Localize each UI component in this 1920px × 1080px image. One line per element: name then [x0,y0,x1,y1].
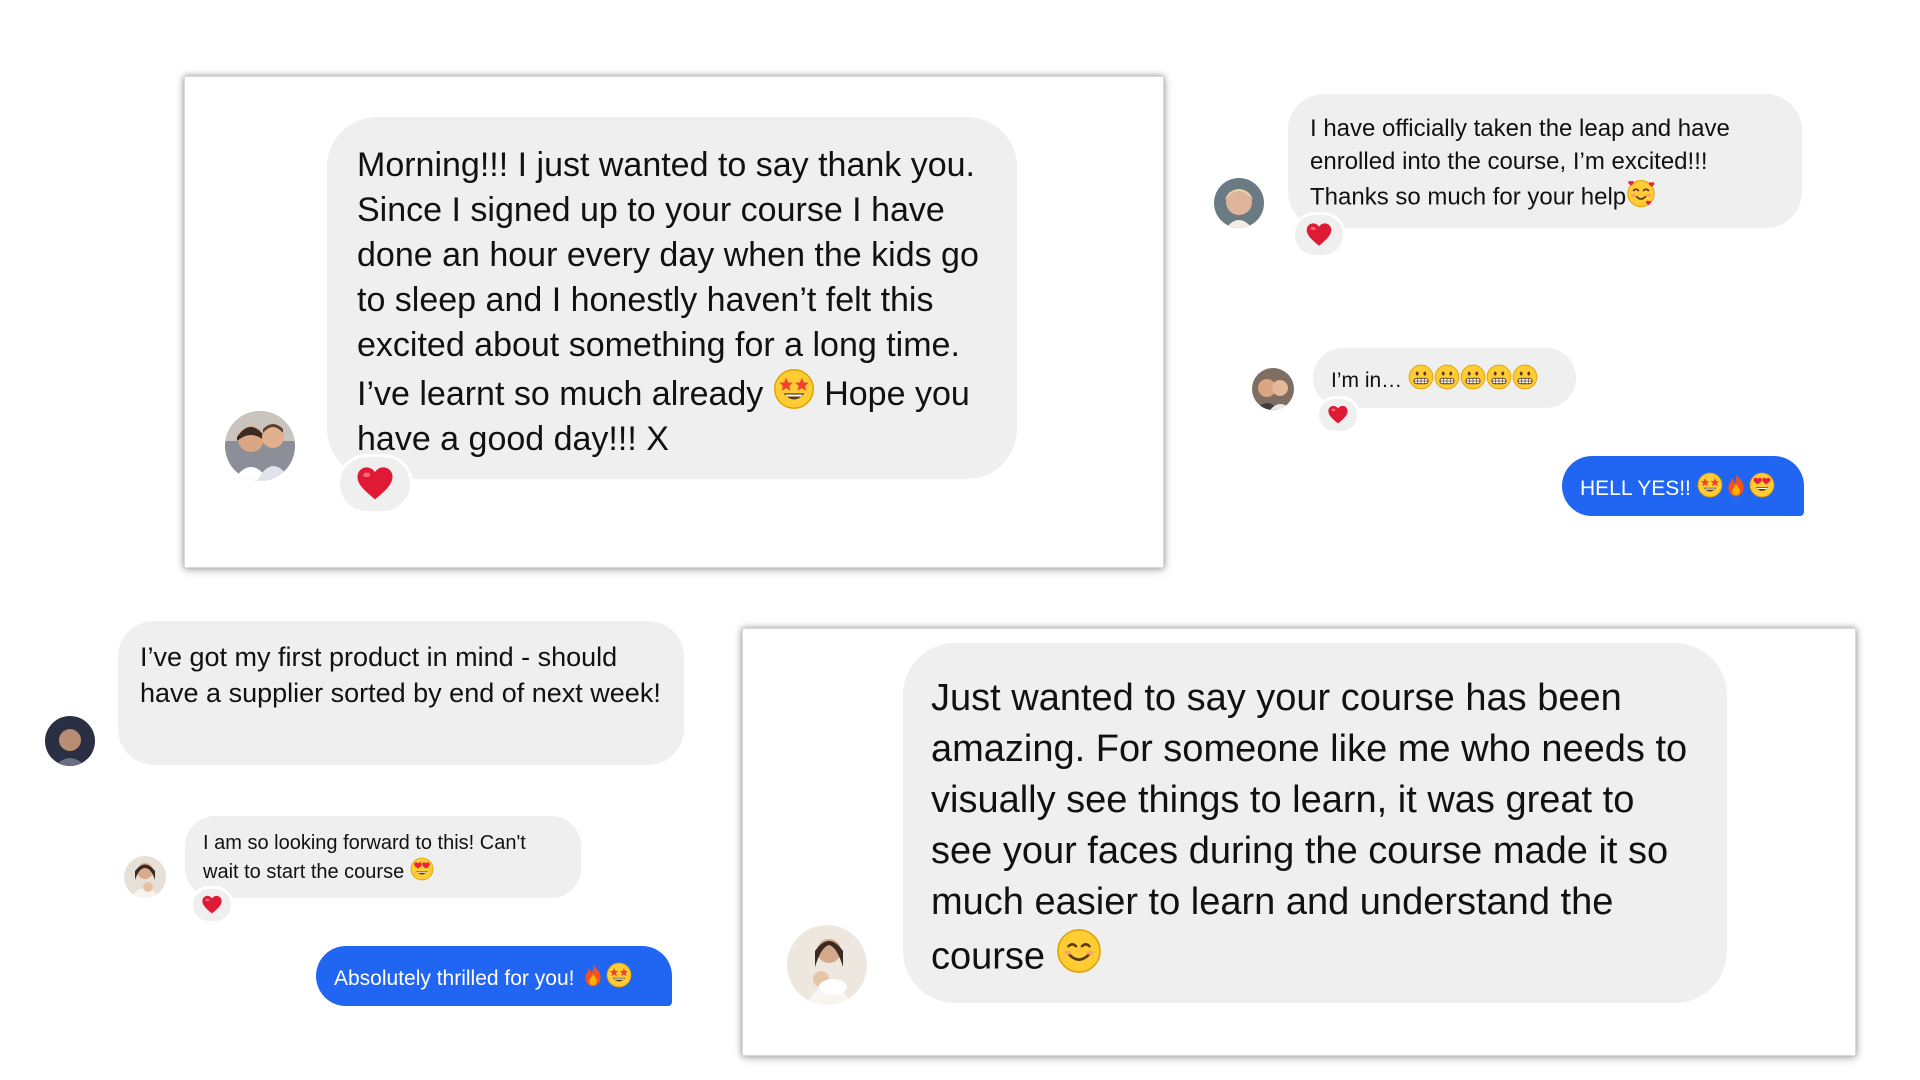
message-bubble-first-product: I’ve got my first product in mind - shou… [118,621,684,765]
message-text-morning: Morning!!! I just wanted to say thank yo… [357,146,979,413]
message-text-looking-forward: I am so looking forward to this! Can't w… [203,832,526,883]
avatar [1252,368,1294,410]
message-text-enrolled: I have officially taken the leap and hav… [1310,115,1730,211]
fire-emoji-icon [580,962,606,988]
heart-eyes-emoji-icon [1749,472,1775,498]
smiling-face-with-hearts-emoji-icon [1626,178,1656,208]
avatar [787,925,867,1005]
heart-reaction[interactable] [190,886,234,924]
red-heart-icon [1327,404,1349,426]
heart-reaction[interactable] [1292,212,1346,258]
testimonial-card-morning: Morning!!! I just wanted to say thank yo… [184,76,1164,568]
fire-emoji-icon [1723,472,1749,498]
heart-reaction[interactable] [1316,396,1360,434]
star-struck-emoji-icon [773,368,815,410]
grimacing-emoji-icon [1512,364,1538,390]
avatar [124,856,166,898]
message-text-first-product: I’ve got my first product in mind - shou… [140,642,661,708]
heart-reaction[interactable] [337,454,413,514]
red-heart-icon [355,464,395,504]
red-heart-icon [1305,221,1333,249]
heart-eyes-emoji-icon [410,857,434,881]
message-bubble-visual: Just wanted to say your course has been … [903,643,1727,1003]
avatar [45,716,95,766]
message-bubble-hell-yes: HELL YES!! [1562,456,1804,516]
grimacing-emoji-icon [1408,364,1434,390]
grimacing-emoji-icon [1486,364,1512,390]
message-text-thrilled: Absolutely thrilled for you! [334,966,575,990]
testimonial-card-visual: Just wanted to say your course has been … [742,628,1856,1056]
message-bubble-enrolled: I have officially taken the leap and hav… [1288,94,1802,228]
message-text-hell-yes: HELL YES!! [1580,476,1691,500]
message-text-im-in: I’m in… [1331,368,1403,392]
star-struck-emoji-icon [606,962,632,988]
grimacing-emoji-icon [1460,364,1486,390]
message-bubble-looking-forward: I am so looking forward to this! Can't w… [185,816,581,898]
message-bubble-morning: Morning!!! I just wanted to say thank yo… [327,117,1017,479]
red-heart-icon [201,894,223,916]
avatar [1214,178,1264,228]
smiling-face-emoji-icon [1056,928,1102,974]
message-text-visual: Just wanted to say your course has been … [931,677,1688,978]
avatar [225,411,295,481]
star-struck-emoji-icon [1697,472,1723,498]
message-bubble-thrilled: Absolutely thrilled for you! [316,946,672,1006]
grimacing-emoji-icon [1434,364,1460,390]
